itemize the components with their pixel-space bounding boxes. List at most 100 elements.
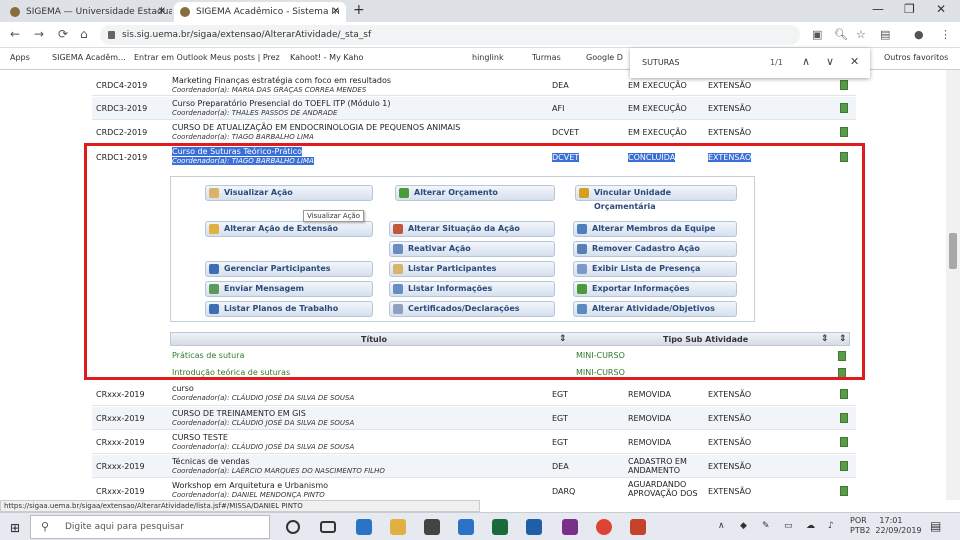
outlook-icon[interactable] [526,519,542,535]
date: 22/09/2019 [875,526,922,535]
action-modality: EXTENSÃO [708,104,752,113]
action-coordinator: Coordenador(a): LAÉRCIO MARQUES DO NASCI… [172,467,385,475]
action-status: REMOVIDA [628,414,671,423]
tray-up-icon[interactable]: ∧ [718,521,725,531]
table-row[interactable]: CRxxx-2019 curso Coordenador(a): CLÁUDIO… [92,382,856,406]
action-title: CURSO DE TREINAMENTO EM GIS [172,409,306,418]
tab-label: SIGEMA Acadêmico - Sistema In [196,7,340,17]
volume-icon[interactable]: ♪ [828,521,834,531]
action-title: curso [172,384,194,393]
action-unit: DCVET [552,128,580,137]
profile-icon[interactable]: ● [914,28,924,41]
windows-start-icon[interactable]: ⊞ [10,521,20,535]
document-icon[interactable] [840,413,848,423]
close-tab-icon[interactable]: ✕ [332,2,340,22]
extension-icon[interactable]: ▤ [880,28,890,41]
store-icon[interactable] [424,519,440,535]
new-tab-button[interactable]: + [353,2,365,18]
minimize-button[interactable]: — [872,2,884,16]
action-status: REMOVIDA [628,438,671,447]
tab-sigema-academico[interactable]: SIGEMA Acadêmico - Sistema In ✕ [174,2,346,22]
document-icon[interactable] [840,127,848,137]
close-tab-icon[interactable]: ✕ [158,2,166,22]
find-prev-icon[interactable]: ∧ [802,55,810,68]
app-icon[interactable] [492,519,508,535]
table-row[interactable]: CRxxx-2019 Técnicas de vendas Coordenado… [92,455,856,478]
zoom-icon[interactable]: 🔍︎ [834,28,848,41]
document-icon[interactable] [840,486,848,496]
document-icon[interactable] [840,103,848,113]
bookmark-turmas[interactable]: Turmas [532,53,561,62]
action-coordinator: Coordenador(a): DANIEL MENDONÇA PINTO [172,491,325,499]
bookmark-google[interactable]: Google D [586,53,623,62]
action-code: CRxxx-2019 [96,438,145,447]
document-icon[interactable] [840,389,848,399]
sigema-favicon [180,7,190,17]
table-row[interactable]: CRxxx-2019 CURSO DE TREINAMENTO EM GIS C… [92,407,856,430]
address-bar[interactable]: sis.sig.uema.br/sigaa/extensao/AlterarAt… [100,25,800,45]
find-next-icon[interactable]: ∨ [826,55,834,68]
taskbar-search[interactable]: ⚲ Digite aqui para pesquisar [30,515,270,539]
edge-icon[interactable] [356,519,372,535]
dropbox-icon[interactable]: ◆ [740,521,747,531]
find-bar: SUTURAS 1/1 ∧ ∨ ✕ [630,48,870,78]
document-icon[interactable] [840,437,848,447]
table-row[interactable]: CRxxx-2019 Workshop em Arquitetura e Urb… [92,479,856,500]
action-unit: DEA [552,462,569,471]
maximize-button[interactable]: ❐ [904,2,915,16]
action-status: AGUARDANDO APROVAÇÃO DOS [628,480,698,498]
table-row[interactable]: CRDC3-2019 Curso Preparatório Presencial… [92,97,856,120]
reload-icon[interactable]: ⟳ [58,27,68,41]
bookmark-kahoot[interactable]: Kahoot! - My Kaho [290,53,363,62]
action-code: CRxxx-2019 [96,462,145,471]
tab-sigema-portal[interactable]: SIGEMA — Universidade Estadual d ✕ [4,2,172,22]
action-title: Curso Preparatório Presencial do TOEFL I… [172,99,391,108]
app-icon[interactable] [562,519,578,535]
document-icon[interactable] [840,461,848,471]
screen-cast-icon[interactable]: ▣ [812,28,822,41]
action-status: EM EXECUÇÃO [628,104,687,113]
close-window-button[interactable]: ✕ [936,2,946,16]
action-unit: AFI [552,104,565,113]
find-input[interactable]: SUTURAS [642,58,679,67]
task-view-icon[interactable] [320,521,336,533]
scrollbar-thumb[interactable] [949,233,957,269]
forward-icon[interactable]: → [34,27,44,41]
taskbar: ⊞ ⚲ Digite aqui para pesquisar ∧ ◆ ✎ ▭ ☁… [0,512,960,540]
table-row[interactable]: CRDC2-2019 CURSO DE ATUALIZAÇÃO EM ENDOC… [92,121,856,144]
bookmark-sigema[interactable]: SIGEMA Acadêm... [52,53,126,62]
star-icon[interactable]: ☆ [856,28,866,41]
cortana-icon[interactable] [286,520,300,534]
action-status: EM EXECUÇÃO [628,81,687,90]
lock-icon [108,31,115,39]
menu-icon[interactable]: ⋮ [940,28,951,41]
status-url: https://sigaa.uema.br/sigaa/extensao/Alt… [0,500,480,512]
bookmark-prezi[interactable]: Meus posts | Prez [210,53,280,62]
action-modality: EXTENSÃO [708,128,752,137]
taskbar-search-placeholder: Digite aqui para pesquisar [65,522,184,532]
find-close-icon[interactable]: ✕ [850,55,859,68]
action-code: CRDC2-2019 [96,128,148,137]
back-icon[interactable]: ← [10,27,20,41]
document-icon[interactable] [840,80,848,90]
battery-icon[interactable]: ▭ [784,521,793,531]
file-explorer-icon[interactable] [390,519,406,535]
notification-icon[interactable]: ▤ [930,519,941,533]
home-icon[interactable]: ⌂ [80,27,88,41]
powerpoint-icon[interactable] [630,519,646,535]
chrome-icon[interactable] [596,519,612,535]
scrollbar[interactable] [946,70,960,500]
bookmark-hinglink[interactable]: hinglink [472,53,504,62]
action-status: REMOVIDA [628,390,671,399]
search-icon: ⚲ [41,520,50,533]
bookmark-others[interactable]: Outros favoritos [884,53,948,62]
bookmark-apps[interactable]: Apps [10,53,30,62]
url-text: sis.sig.uema.br/sigaa/extensao/AlterarAt… [122,30,372,40]
mail-icon[interactable] [458,519,474,535]
bookmark-outlook[interactable]: Entrar em Outlook [134,53,208,62]
time: 17:01 [879,516,903,525]
tray-icon[interactable]: ✎ [762,521,770,531]
onedrive-icon[interactable]: ☁ [806,521,815,531]
clock[interactable]: POR 17:01 PTB2 22/09/2019 [850,516,922,536]
table-row[interactable]: CRxxx-2019 CURSO TESTE Coordenador(a): C… [92,431,856,454]
